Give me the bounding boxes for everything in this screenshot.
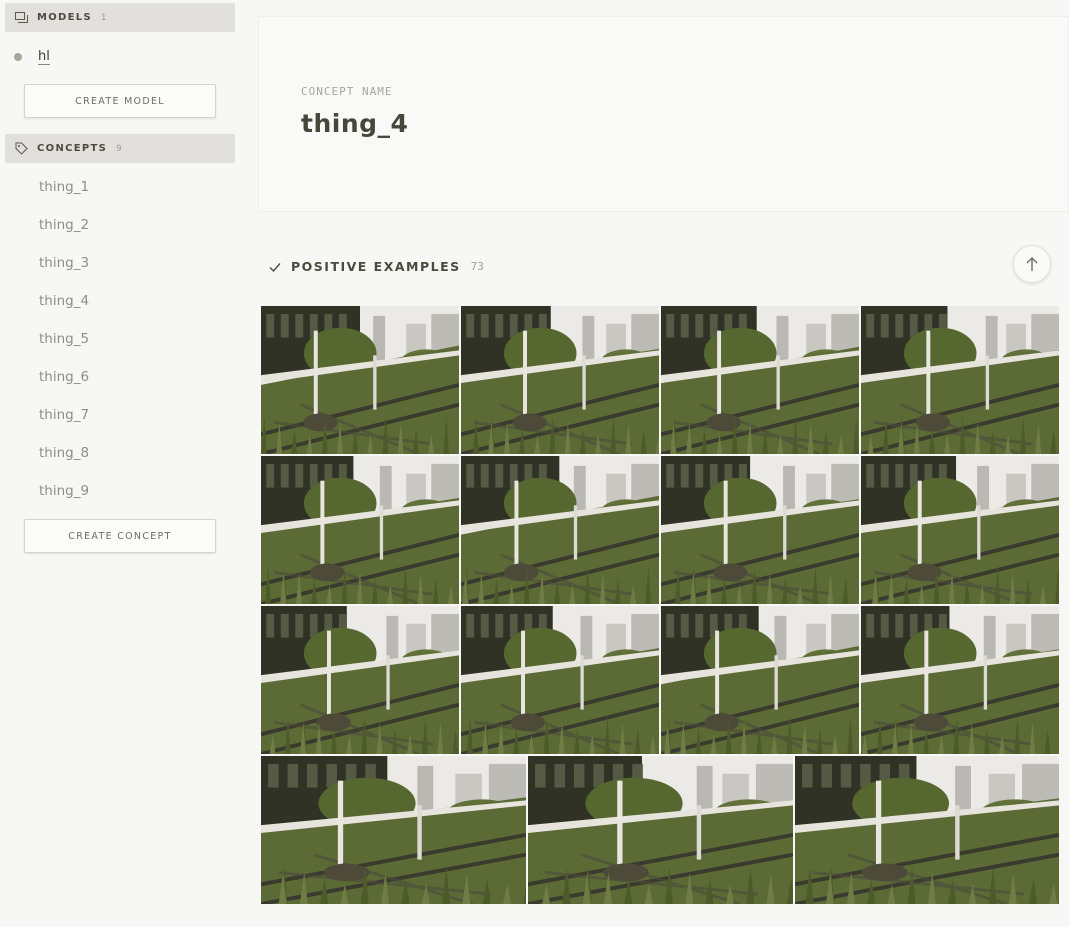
grid-row xyxy=(261,456,1059,604)
example-thumbnail[interactable] xyxy=(661,606,859,754)
photo-image xyxy=(661,306,859,454)
model-name[interactable]: hl xyxy=(38,49,50,65)
example-thumbnail[interactable] xyxy=(261,756,526,904)
photo-image xyxy=(795,756,1059,904)
photo-image xyxy=(461,456,659,604)
concept-item-thing-6[interactable]: thing_6 xyxy=(0,358,240,396)
positive-examples-grid xyxy=(261,306,1059,906)
photo-image xyxy=(861,606,1059,754)
positive-examples-label: POSITIVE EXAMPLES xyxy=(291,258,461,274)
model-status-dot xyxy=(14,53,22,61)
concept-item-thing-9[interactable]: thing_9 xyxy=(0,472,240,510)
concept-card: CONCEPT NAME thing_4 xyxy=(258,16,1069,212)
example-thumbnail[interactable] xyxy=(861,606,1059,754)
example-thumbnail[interactable] xyxy=(261,306,459,454)
photo-image xyxy=(261,306,459,454)
grid-row xyxy=(261,606,1059,754)
example-thumbnail[interactable] xyxy=(261,456,459,604)
concept-item-thing-7[interactable]: thing_7 xyxy=(0,396,240,434)
tag-icon xyxy=(14,142,28,156)
create-model-button[interactable]: CREATE MODEL xyxy=(24,84,216,118)
concepts-header-label: CONCEPTS xyxy=(37,143,108,154)
photo-image xyxy=(261,606,459,754)
example-thumbnail[interactable] xyxy=(861,456,1059,604)
photo-image xyxy=(661,606,859,754)
main-content: CONCEPT NAME thing_4 POSITIVE EXAMPLES 7… xyxy=(258,0,1069,927)
check-icon xyxy=(268,259,282,273)
sidebar: MODELS 1 hl CREATE MODEL CONCEPTS 9 thin… xyxy=(0,0,240,927)
models-icon xyxy=(14,11,28,25)
example-thumbnail[interactable] xyxy=(661,306,859,454)
concept-item-thing-4[interactable]: thing_4 xyxy=(0,282,240,320)
photo-image xyxy=(661,456,859,604)
concept-item-thing-1[interactable]: thing_1 xyxy=(0,168,240,206)
app: MODELS 1 hl CREATE MODEL CONCEPTS 9 thin… xyxy=(0,0,1069,927)
photo-image xyxy=(261,456,459,604)
create-concept-button[interactable]: CREATE CONCEPT xyxy=(24,519,216,553)
photo-image xyxy=(528,756,793,904)
models-section-header[interactable]: MODELS 1 xyxy=(5,3,235,32)
arrow-up-icon xyxy=(1026,257,1038,271)
grid-row xyxy=(261,306,1059,454)
example-thumbnail[interactable] xyxy=(528,756,793,904)
concept-title[interactable]: thing_4 xyxy=(301,109,408,138)
example-thumbnail[interactable] xyxy=(661,456,859,604)
example-thumbnail[interactable] xyxy=(461,306,659,454)
concept-list: thing_1 thing_2 thing_3 thing_4 thing_5 … xyxy=(0,168,240,510)
scroll-up-button[interactable] xyxy=(1013,245,1051,283)
models-count: 1 xyxy=(100,12,107,23)
concepts-section-header[interactable]: CONCEPTS 9 xyxy=(5,134,235,163)
model-item[interactable]: hl xyxy=(14,46,50,68)
example-thumbnail[interactable] xyxy=(261,606,459,754)
photo-image xyxy=(461,306,659,454)
positive-examples-count: 73 xyxy=(470,259,484,273)
concepts-count: 9 xyxy=(116,143,122,154)
photo-image xyxy=(461,606,659,754)
photo-image xyxy=(861,306,1059,454)
example-thumbnail[interactable] xyxy=(461,606,659,754)
models-header-label: MODELS xyxy=(37,12,92,23)
example-thumbnail[interactable] xyxy=(861,306,1059,454)
positive-examples-header[interactable]: POSITIVE EXAMPLES 73 xyxy=(268,256,484,276)
concept-item-thing-2[interactable]: thing_2 xyxy=(0,206,240,244)
concept-item-thing-8[interactable]: thing_8 xyxy=(0,434,240,472)
example-thumbnail[interactable] xyxy=(461,456,659,604)
grid-row xyxy=(261,756,1059,904)
photo-image xyxy=(861,456,1059,604)
photo-image xyxy=(261,756,526,904)
concept-item-thing-3[interactable]: thing_3 xyxy=(0,244,240,282)
concept-item-thing-5[interactable]: thing_5 xyxy=(0,320,240,358)
example-thumbnail[interactable] xyxy=(795,756,1059,904)
concept-name-label: CONCEPT NAME xyxy=(301,85,393,98)
